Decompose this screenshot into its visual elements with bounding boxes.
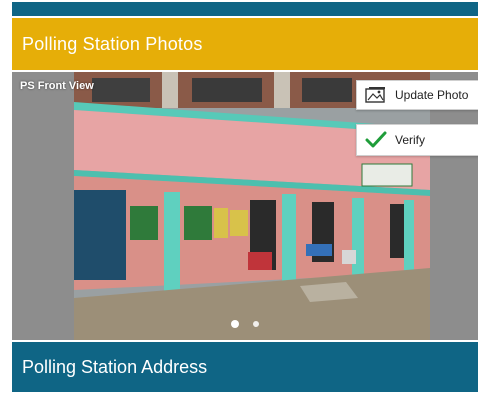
top-bar bbox=[12, 2, 478, 16]
verify-button[interactable]: Verify bbox=[356, 124, 478, 156]
photo-carousel[interactable]: PS Front View Update Photo Verify bbox=[12, 72, 478, 340]
image-icon bbox=[363, 85, 389, 105]
address-section-title: Polling Station Address bbox=[22, 356, 208, 377]
carousel-dot-active[interactable] bbox=[231, 320, 239, 328]
polling-station-photo bbox=[12, 72, 478, 340]
update-photo-label: Update Photo bbox=[395, 88, 469, 102]
carousel-indicator bbox=[12, 320, 478, 330]
verify-label: Verify bbox=[395, 133, 426, 147]
photo-caption: PS Front View bbox=[20, 80, 94, 92]
photos-section-title: Polling Station Photos bbox=[22, 33, 203, 54]
checkmark-icon bbox=[363, 130, 389, 150]
carousel-dot[interactable] bbox=[253, 321, 259, 327]
update-photo-button[interactable]: Update Photo bbox=[356, 80, 478, 110]
polling-station-card: Polling Station Photos PS Front View Upd… bbox=[12, 0, 478, 396]
photos-section-header: Polling Station Photos bbox=[12, 18, 478, 70]
address-section-header: Polling Station Address bbox=[12, 342, 478, 392]
